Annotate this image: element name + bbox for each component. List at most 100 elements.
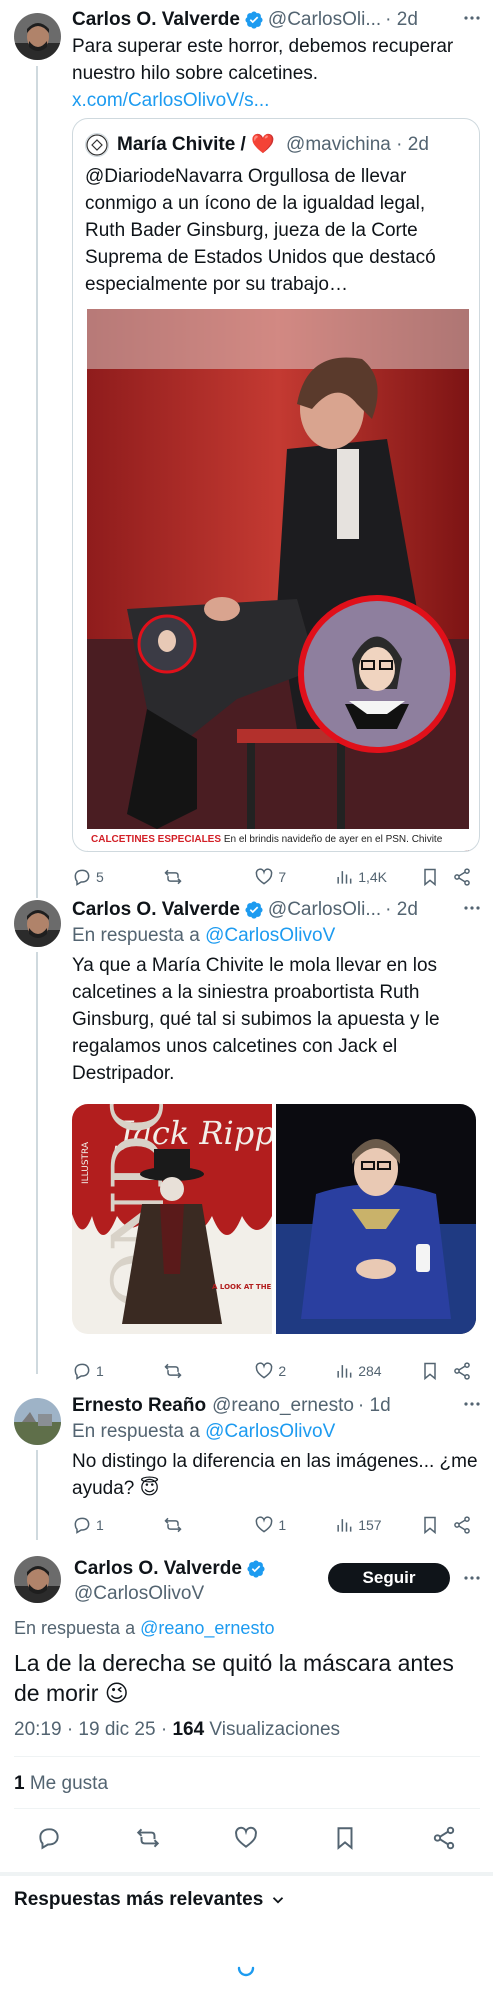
likes-label: Me gusta bbox=[24, 1773, 109, 1794]
tweet-3[interactable]: Ernesto Reaño @reano_ernesto · 1d En res… bbox=[0, 1374, 493, 1540]
likes-summary[interactable]: 1 Me gusta bbox=[14, 1772, 108, 1796]
author-handle[interactable]: @CarlosOli... bbox=[268, 898, 381, 922]
retweet-icon bbox=[164, 1517, 182, 1533]
reply-handle-link[interactable]: @CarlosOlivoV bbox=[205, 1421, 335, 1442]
tweet-text: No distingo la diferencia en las imágene… bbox=[72, 1451, 478, 1499]
media-image-photo[interactable] bbox=[276, 1104, 476, 1334]
avatar[interactable] bbox=[14, 13, 61, 60]
share-button[interactable] bbox=[452, 1515, 472, 1535]
main-author-handle[interactable]: @CarlosOlivoV bbox=[74, 1582, 204, 1606]
retweet-button[interactable] bbox=[135, 1825, 161, 1856]
timestamp[interactable]: · 2d bbox=[385, 898, 418, 922]
tweet-actions: 1 1 157 bbox=[72, 1512, 472, 1538]
sort-replies-dropdown[interactable]: Respuestas más relevantes bbox=[14, 1888, 287, 1912]
views-button[interactable]: 1,4K bbox=[334, 867, 420, 887]
reply-handle-link[interactable]: @reano_ernesto bbox=[140, 1618, 274, 1638]
quote-author-handle[interactable]: @mavichina bbox=[286, 134, 391, 155]
like-button[interactable]: 7 bbox=[254, 867, 334, 887]
share-icon bbox=[454, 1516, 470, 1534]
quoted-tweet[interactable]: María Chivite / ❤️ @mavichina · 2d @Diar… bbox=[72, 118, 480, 852]
retweet-button[interactable] bbox=[163, 1515, 254, 1535]
share-button[interactable] bbox=[452, 867, 472, 887]
heart-icon bbox=[256, 868, 273, 885]
verified-badge-icon bbox=[245, 11, 263, 29]
quote-photo[interactable]: CALCETINES ESPECIALES En el brindis navi… bbox=[87, 309, 469, 851]
quote-author-name[interactable]: María Chivite / ❤️ bbox=[117, 134, 275, 155]
main-tweet-text: La de la derecha se quitó la máscara ant… bbox=[14, 1650, 454, 1706]
reply-context: En respuesta a @CarlosOlivoV bbox=[72, 925, 336, 946]
more-options-icon[interactable] bbox=[462, 1394, 482, 1419]
tweet-1[interactable]: Carlos O. Valverde @CarlosOli... · 2d Pa… bbox=[0, 0, 493, 890]
divider bbox=[14, 1808, 480, 1809]
share-icon bbox=[454, 868, 470, 886]
main-timestamp[interactable]: 20:19 · 19 dic 25 · bbox=[14, 1719, 172, 1740]
reply-button[interactable] bbox=[36, 1825, 62, 1856]
author-handle[interactable]: @CarlosOli... bbox=[268, 8, 381, 32]
sort-label: Respuestas más relevantes bbox=[14, 1889, 264, 1910]
quote-text: @DiariodeNavarra Orgullosa de llevar con… bbox=[85, 166, 436, 295]
reply-icon bbox=[39, 1827, 59, 1849]
verified-badge-icon bbox=[247, 1560, 265, 1578]
author-name[interactable]: Ernesto Reaño bbox=[72, 1394, 206, 1418]
avatar[interactable] bbox=[14, 1398, 61, 1445]
media-image-comic[interactable]: Jack Ripper ILLUSTRA ONDO A LOOK AT THE … bbox=[72, 1104, 422, 1334]
tweet-text: Ya que a María Chivite le mola llevar en… bbox=[72, 955, 440, 1084]
reply-handle-link[interactable]: @CarlosOlivoV bbox=[205, 925, 335, 946]
comic-tagline: A LOOK AT THE MOST INFAMOUS KILLER OF AL… bbox=[212, 1283, 272, 1291]
photo-caption: CALCETINES ESPECIALES En el brindis navi… bbox=[87, 829, 469, 851]
main-tweet-actions bbox=[0, 1816, 493, 1864]
like-button[interactable] bbox=[233, 1825, 259, 1856]
author-handle[interactable]: @reano_ernesto bbox=[212, 1394, 354, 1418]
tweet-actions: 5 7 1,4K bbox=[72, 864, 472, 890]
reply-icon bbox=[74, 869, 90, 886]
author-name[interactable]: Carlos O. Valverde bbox=[72, 8, 240, 32]
tweet-2[interactable]: Carlos O. Valverde @CarlosOli... · 2d En… bbox=[0, 890, 493, 1381]
reply-context: En respuesta a @CarlosOlivoV bbox=[72, 1421, 336, 1442]
bookmark-button[interactable] bbox=[332, 1825, 358, 1856]
thread-line bbox=[36, 890, 38, 898]
main-tweet-meta: 20:19 · 19 dic 25 · 164 Visualizaciones bbox=[14, 1718, 340, 1742]
main-author-name[interactable]: Carlos O. Valverde bbox=[74, 1557, 242, 1581]
tweet-text: Para superar este horror, debemos recupe… bbox=[72, 36, 454, 111]
quote-timestamp: · 2d bbox=[396, 134, 429, 155]
chevron-down-icon bbox=[273, 1897, 284, 1904]
author-name[interactable]: Carlos O. Valverde bbox=[72, 898, 240, 922]
bookmark-icon bbox=[337, 1826, 353, 1850]
follow-button[interactable]: Seguir bbox=[328, 1563, 450, 1593]
comic-vertical-text: ILLUSTRA bbox=[81, 1141, 91, 1184]
share-icon bbox=[433, 1826, 454, 1849]
bookmark-icon bbox=[423, 1516, 436, 1535]
reply-button[interactable]: 1 bbox=[72, 1515, 163, 1535]
tweet-link[interactable]: x.com/CarlosOlivoV/s... bbox=[72, 90, 269, 111]
views-chart-icon bbox=[337, 1519, 352, 1532]
divider bbox=[14, 1756, 480, 1757]
share-button[interactable] bbox=[431, 1825, 457, 1856]
tweet-media[interactable]: Jack Ripper ILLUSTRA ONDO A LOOK AT THE … bbox=[72, 1104, 476, 1334]
thread-line bbox=[36, 1450, 38, 1540]
views-button[interactable]: 157 bbox=[334, 1515, 420, 1535]
views-chart-icon bbox=[337, 871, 352, 884]
main-reply-context: En respuesta a @reano_ernesto bbox=[14, 1618, 275, 1638]
quote-avatar[interactable] bbox=[85, 133, 109, 157]
thread-line bbox=[36, 66, 38, 890]
more-options-icon[interactable] bbox=[462, 898, 482, 923]
bookmark-button[interactable] bbox=[420, 867, 452, 887]
reply-icon bbox=[74, 1517, 90, 1534]
avatar[interactable] bbox=[14, 900, 61, 947]
main-avatar[interactable] bbox=[14, 1556, 61, 1603]
thread-line bbox=[36, 952, 38, 1374]
loading-spinner-icon bbox=[236, 1958, 256, 1983]
like-button[interactable]: 1 bbox=[254, 1515, 334, 1535]
bookmark-button[interactable] bbox=[420, 1515, 452, 1535]
retweet-button[interactable] bbox=[163, 867, 254, 887]
more-options-icon[interactable] bbox=[462, 1568, 482, 1593]
divider bbox=[0, 1872, 493, 1876]
reply-button[interactable]: 5 bbox=[72, 867, 163, 887]
views-label: Visualizaciones bbox=[204, 1719, 341, 1740]
timestamp[interactable]: · 2d bbox=[385, 8, 418, 32]
verified-badge-icon bbox=[245, 901, 263, 919]
timestamp[interactable]: · 1d bbox=[358, 1394, 391, 1418]
more-options-icon[interactable] bbox=[462, 8, 482, 33]
heart-icon bbox=[235, 1826, 258, 1848]
retweet-icon bbox=[136, 1828, 160, 1847]
